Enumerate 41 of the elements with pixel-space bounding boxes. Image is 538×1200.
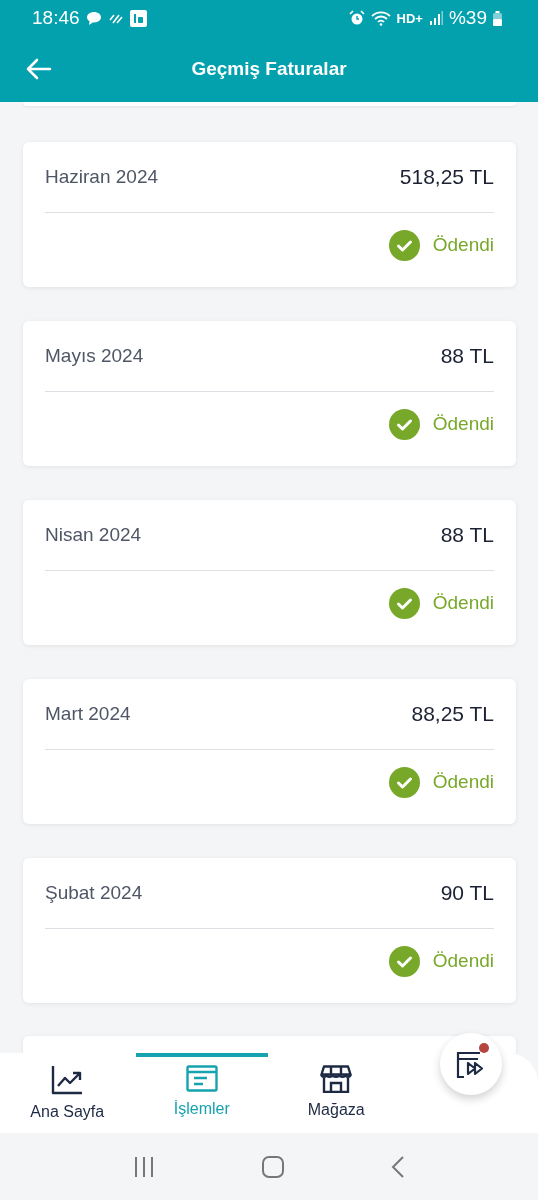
invoice-card[interactable]: Nisan 2024 88 TL Ödendi — [23, 500, 516, 645]
store-icon — [320, 1065, 353, 1093]
invoice-amount: 88,25 TL — [411, 702, 494, 726]
invoice-period: Haziran 2024 — [45, 166, 159, 188]
payment-status: Ödendi — [432, 413, 494, 435]
invoice-amount: 88 TL — [440, 344, 494, 368]
fast-forward-button[interactable] — [440, 1033, 502, 1095]
back-button[interactable] — [26, 58, 52, 80]
payment-status: Ödendi — [432, 771, 494, 793]
signal-icon — [428, 11, 443, 25]
invoice-card[interactable]: Mayıs 2024 88 TL Ödendi — [23, 321, 516, 466]
wifi-icon — [370, 10, 391, 26]
battery-percent: %39 — [448, 7, 487, 29]
app-square-icon — [129, 9, 147, 27]
invoice-period: Mart 2024 — [45, 703, 131, 725]
invoice-period: Mayıs 2024 — [45, 345, 144, 367]
nav-tab[interactable]: Mağaza — [269, 1053, 404, 1133]
invoice-amount: 88 TL — [440, 523, 494, 547]
screen-title: Geçmiş Faturalar — [191, 58, 347, 80]
alarm-icon — [348, 10, 365, 26]
battery-icon — [493, 10, 502, 26]
invoice-card[interactable]: Haziran 2024 518,25 TL Ödendi — [23, 142, 516, 287]
invoice-period: Şubat 2024 — [45, 882, 143, 904]
recent-apps-icon[interactable] — [133, 1155, 156, 1178]
invoice-card[interactable]: Şubat 2024 90 TL Ödendi — [23, 858, 516, 1003]
play-window-icon — [456, 1049, 486, 1079]
status-time: 18:46 — [32, 7, 80, 29]
invoice-period: Nisan 2024 — [45, 524, 142, 546]
hd-plus-label: HD+ — [396, 10, 423, 26]
payment-status: Ödendi — [432, 592, 494, 614]
invoice-amount: 90 TL — [440, 881, 494, 905]
document-list-icon — [185, 1065, 218, 1092]
payment-status: Ödendi — [432, 234, 494, 256]
payment-status: Ödendi — [432, 950, 494, 972]
line-chart-icon — [51, 1065, 84, 1095]
invoice-amount: 518,25 TL — [399, 165, 494, 189]
invoice-card[interactable]: Mart 2024 88,25 TL Ödendi — [23, 679, 516, 824]
home-icon[interactable] — [262, 1155, 284, 1178]
chat-bubble-icon — [85, 10, 102, 26]
nav-tab[interactable]: Ana Sayfa — [0, 1053, 135, 1133]
back-icon[interactable] — [390, 1154, 405, 1179]
